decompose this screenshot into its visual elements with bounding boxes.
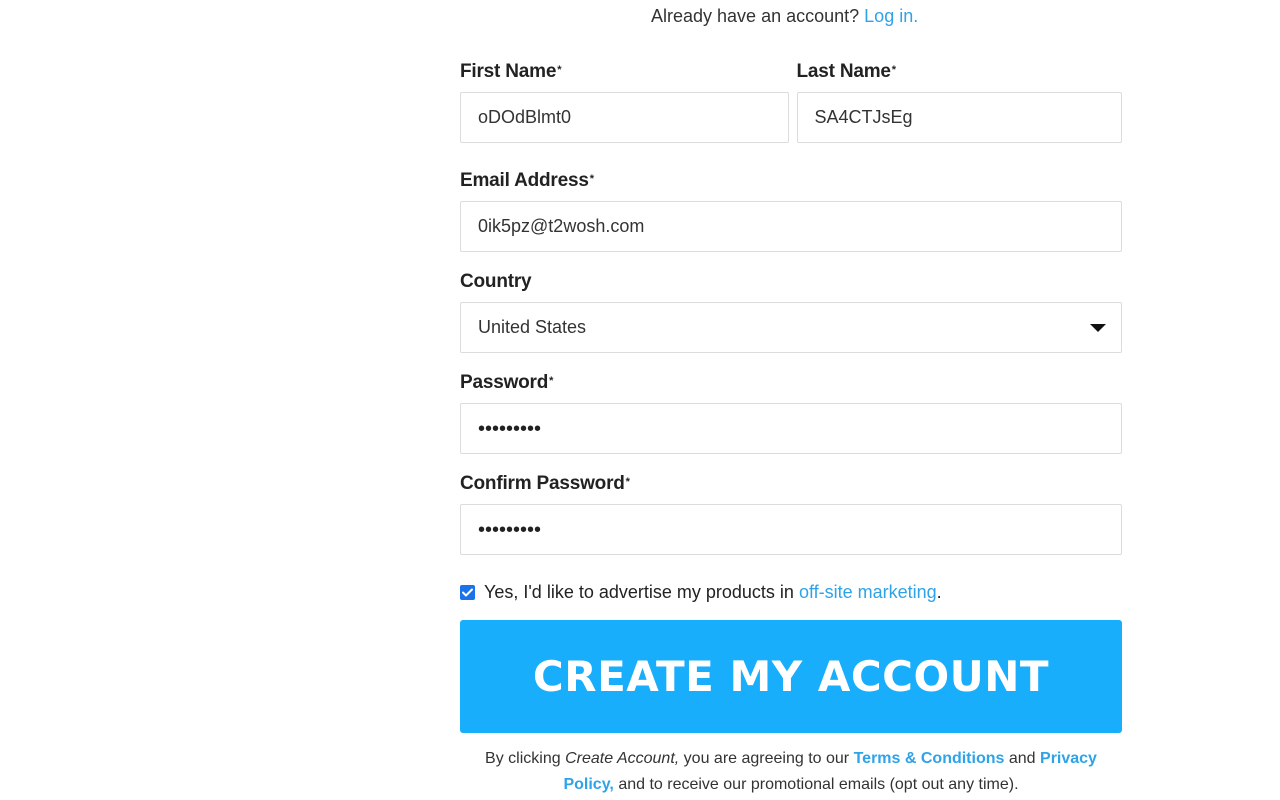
off-site-marketing-link[interactable]: off-site marketing bbox=[799, 582, 937, 602]
password-group: Password* ••••••••• bbox=[460, 371, 1122, 454]
country-group: Country United States bbox=[460, 270, 1122, 353]
checkmark-icon bbox=[462, 588, 473, 596]
create-account-button[interactable]: CREATE MY ACCOUNT bbox=[460, 620, 1122, 733]
email-input[interactable]: 0ik5pz@t2wosh.com bbox=[460, 201, 1122, 252]
name-row: First Name* oDOdBlmt0 Last Name* SA4CTJs… bbox=[460, 60, 1122, 143]
first-name-group: First Name* oDOdBlmt0 bbox=[460, 60, 789, 143]
confirm-password-group: Confirm Password* ••••••••• bbox=[460, 472, 1122, 555]
terms-notice: By clicking Create Account, you are agre… bbox=[485, 750, 1097, 793]
create-account-italic: Create Account, bbox=[565, 750, 680, 767]
confirm-password-masked-value: ••••••••• bbox=[478, 518, 542, 541]
email-group: Email Address* 0ik5pz@t2wosh.com bbox=[460, 169, 1122, 252]
signup-page: Already have an account? Log in. First N… bbox=[0, 0, 1280, 800]
email-value: 0ik5pz@t2wosh.com bbox=[478, 216, 645, 236]
email-label: Email Address* bbox=[460, 170, 594, 191]
last-name-group: Last Name* SA4CTJsEg bbox=[796, 60, 1122, 143]
password-label: Password* bbox=[460, 372, 554, 393]
login-prompt-text: Already have an account? bbox=[651, 6, 860, 26]
marketing-checkbox[interactable] bbox=[460, 584, 475, 600]
first-name-label: First Name* bbox=[460, 61, 562, 82]
terms-link[interactable]: Terms & Conditions bbox=[854, 750, 1005, 767]
country-select[interactable]: United States bbox=[460, 302, 1122, 353]
confirm-password-input[interactable]: ••••••••• bbox=[460, 504, 1122, 555]
last-name-value: SA4CTJsEg bbox=[814, 107, 913, 127]
last-name-input[interactable]: SA4CTJsEg bbox=[796, 92, 1122, 143]
first-name-value: oDOdBlmt0 bbox=[478, 107, 572, 127]
confirm-password-label: Confirm Password* bbox=[460, 473, 630, 494]
password-masked-value: ••••••••• bbox=[478, 417, 542, 440]
last-name-label: Last Name* bbox=[796, 61, 897, 82]
marketing-opt-in: Yes, I'd like to advertise my products i… bbox=[460, 581, 1122, 603]
first-name-input[interactable]: oDOdBlmt0 bbox=[460, 92, 789, 143]
password-input[interactable]: ••••••••• bbox=[460, 403, 1122, 454]
country-label: Country bbox=[460, 271, 532, 292]
login-link[interactable]: Log in. bbox=[864, 6, 918, 26]
caret-down-icon bbox=[1090, 323, 1106, 332]
marketing-text: Yes, I'd like to advertise my products i… bbox=[484, 581, 942, 602]
country-value: United States bbox=[478, 317, 587, 337]
